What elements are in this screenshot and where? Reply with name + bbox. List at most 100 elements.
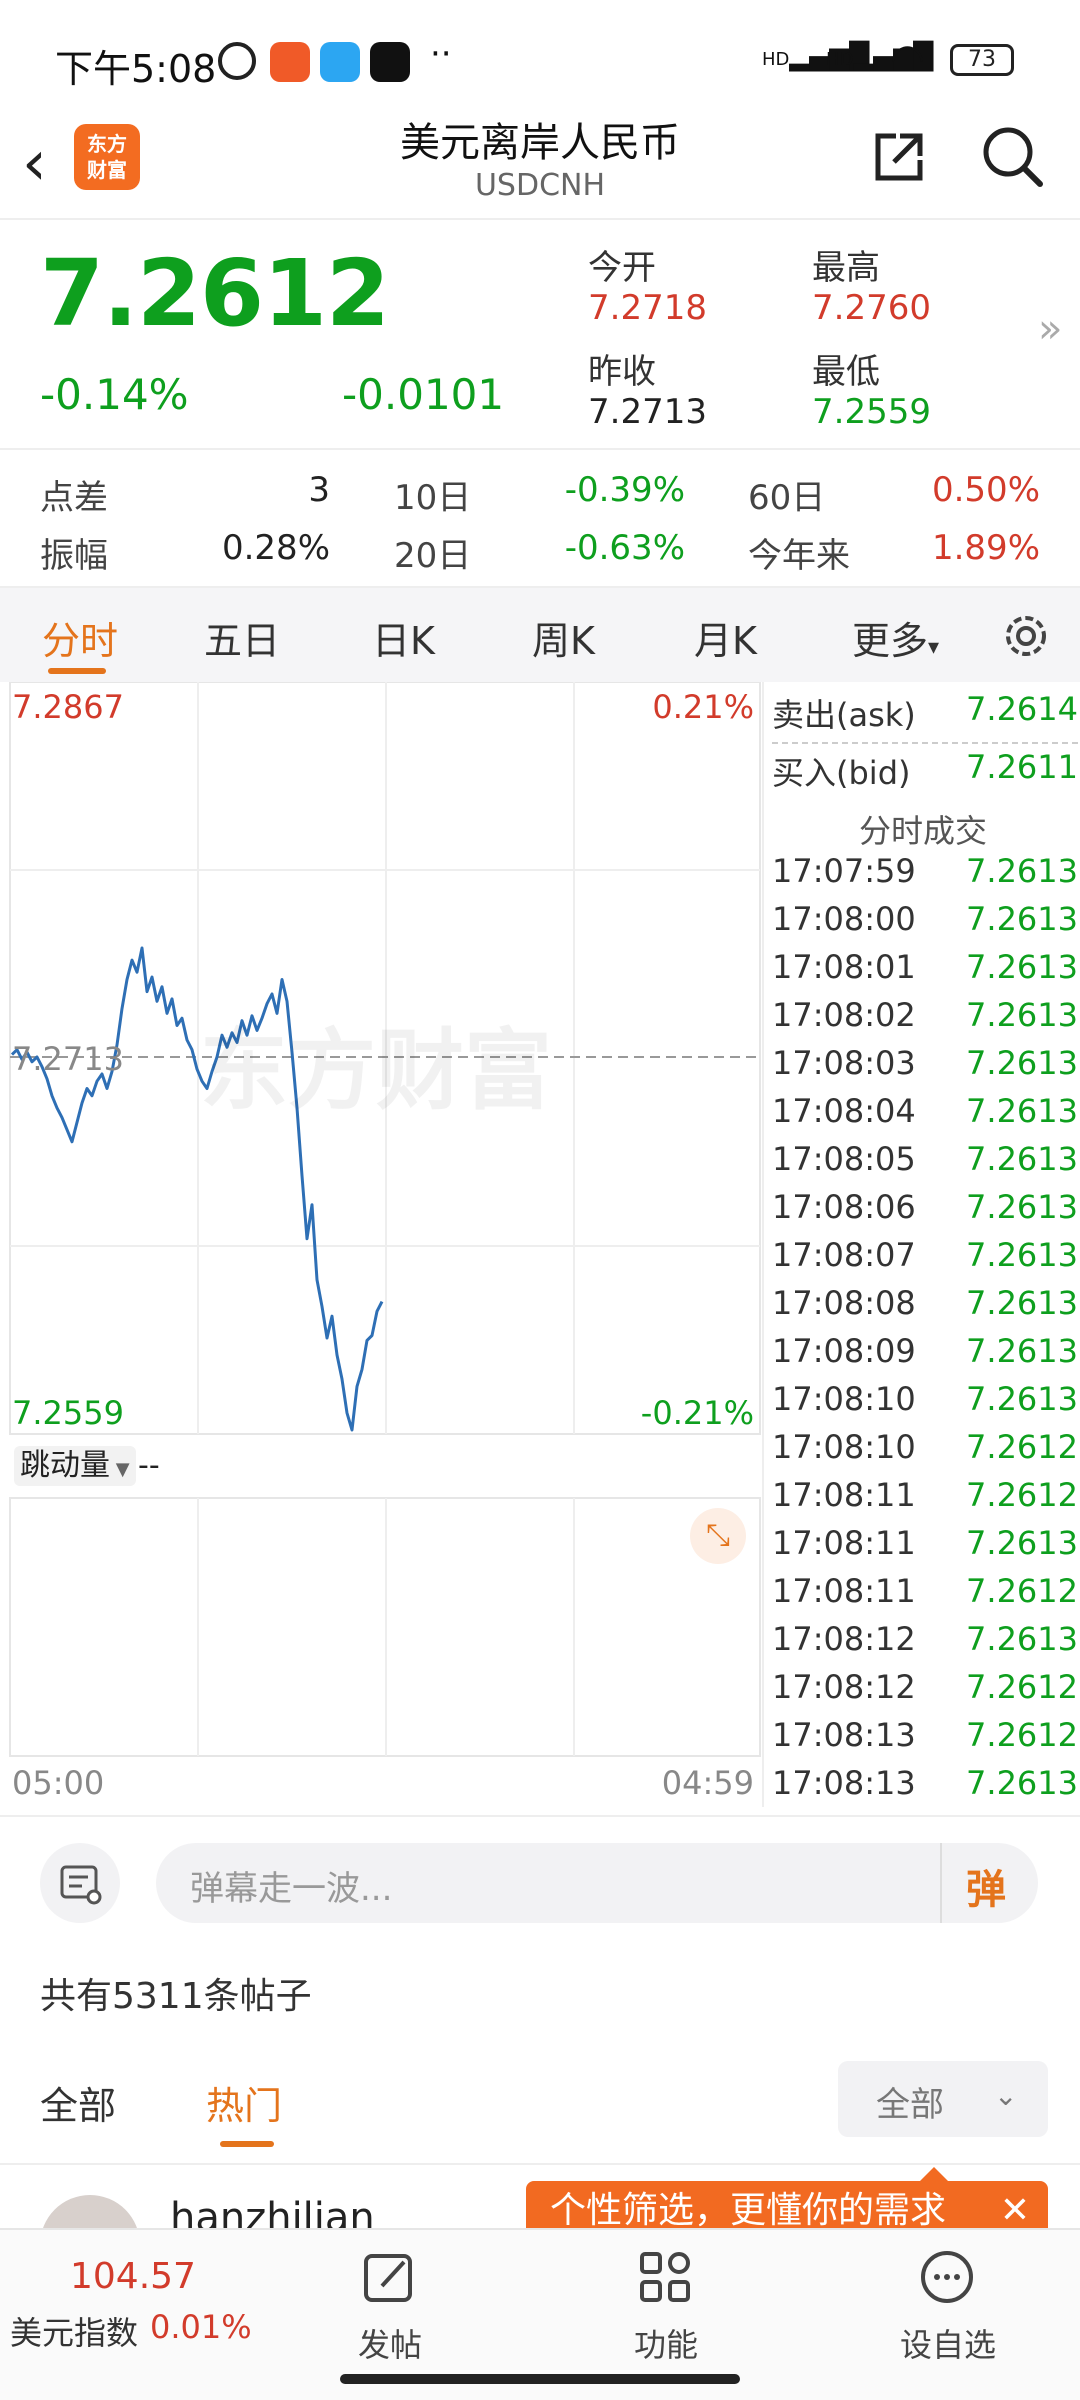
tab-intraday[interactable]: 分时 xyxy=(42,610,118,665)
change-amount: -0.0101 xyxy=(342,370,505,419)
tick-price: 7.2613 xyxy=(966,1620,1078,1658)
filter-all-tab[interactable]: 全部 xyxy=(40,2075,116,2130)
current-price: 7.2612 xyxy=(40,240,390,347)
low-label: 最低 xyxy=(812,352,880,392)
nav-watchlist-label: 设自选 xyxy=(899,2326,996,2364)
danmaku-input[interactable]: 弹幕走一波... 弹 xyxy=(156,1843,1038,1923)
header: ‹ 东方 财富 美元离岸人民币 USDCNH xyxy=(0,100,1080,218)
tab-more[interactable]: 更多▾ xyxy=(852,610,939,665)
post-count: 共有5311条帖子 xyxy=(40,1976,312,2017)
ytd-value: 1.89% xyxy=(931,528,1040,568)
high-label: 最高 xyxy=(812,248,880,288)
index-name: 美元指数 xyxy=(10,2314,139,2352)
ticks-header: 分时成交 xyxy=(858,812,987,850)
tick-time: 17:08:09 xyxy=(772,1332,916,1370)
tick-price: 7.2613 xyxy=(966,1524,1078,1562)
tick-row: 17:08:10 7.2613 xyxy=(772,1380,1078,1428)
chevron-down-icon: ▾ xyxy=(928,635,940,660)
tab-monthly-k[interactable]: 月K xyxy=(694,610,757,665)
ask-row: 卖出(ask) 7.2614 xyxy=(772,690,1078,738)
ask-value: 7.2614 xyxy=(966,690,1078,728)
tab-weekly-k[interactable]: 周K xyxy=(532,610,595,665)
tick-price: 7.2613 xyxy=(966,1140,1078,1178)
posts-section: 共有5311条帖子 全部 热门 全部 ⌄ hanzhilian 个性筛选，更懂你… xyxy=(0,1945,1080,2295)
tick-row: 17:08:02 7.2613 xyxy=(772,996,1078,1044)
tick-row: 17:08:13 7.2612 xyxy=(772,1716,1078,1764)
tick-time: 17:08:07 xyxy=(772,1236,916,1274)
tick-row: 17:07:59 7.2613 xyxy=(772,852,1078,900)
tick-time: 17:08:06 xyxy=(772,1188,916,1226)
volume-selector[interactable]: 跳动量 ▼ xyxy=(14,1446,136,1486)
spread-label: 点差 xyxy=(40,478,108,518)
search-icon[interactable] xyxy=(980,124,1046,190)
amplitude-value: 0.28% xyxy=(221,528,330,568)
tick-price: 7.2613 xyxy=(966,852,1078,890)
intraday-chart[interactable]: 东方财富 7.2867 0.21% 7.2713 7.2559 -0.21% 跳… xyxy=(0,682,762,1807)
tick-price: 7.2612 xyxy=(966,1716,1078,1754)
filter-hot-tab[interactable]: 热门 xyxy=(206,2075,282,2130)
tick-time: 17:08:04 xyxy=(772,1092,916,1130)
ask-label: 卖出(ask) xyxy=(772,696,916,734)
tick-time: 17:08:11 xyxy=(772,1524,916,1562)
status-time: 下午5:08 xyxy=(55,47,217,91)
price-min-label: 7.2559 xyxy=(12,1394,124,1432)
tab-daily-k[interactable]: 日K xyxy=(372,610,435,665)
tick-row: 17:08:05 7.2613 xyxy=(772,1140,1078,1188)
volume-value: -- xyxy=(138,1448,160,1483)
tick-price: 7.2613 xyxy=(966,1764,1078,1802)
tick-time: 17:08:00 xyxy=(772,900,916,938)
chart-watermark: 东方财富 xyxy=(200,1019,553,1122)
bid-value: 7.2611 xyxy=(966,748,1078,786)
tick-row: 17:08:07 7.2613 xyxy=(772,1236,1078,1284)
comment-bar: 弹幕走一波... 弹 xyxy=(0,1815,1080,1945)
pct-max-label: 0.21% xyxy=(652,688,754,726)
price-max-label: 7.2867 xyxy=(12,688,124,726)
tiktok-icon xyxy=(370,42,410,82)
tick-time: 17:07:59 xyxy=(772,852,916,890)
status-bar: 下午5:08 ·· HD▂▄▆█ HD▂▄▆█ ◠ 73 xyxy=(0,0,1080,110)
open-label: 今开 xyxy=(588,248,656,288)
notes-button[interactable] xyxy=(40,1843,120,1923)
expand-quote-icon[interactable]: » xyxy=(1038,306,1062,352)
battery-icon: 73 xyxy=(950,44,1014,76)
bid-row: 买入(bid) 7.2611 xyxy=(772,748,1078,796)
tick-row: 17:08:04 7.2613 xyxy=(772,1092,1078,1140)
nav-add-watchlist[interactable]: 设自选 xyxy=(878,2242,1018,2372)
tick-price: 7.2613 xyxy=(966,948,1078,986)
chart-tabs: 分时 五日 日K 周K 月K 更多▾ xyxy=(0,586,1080,682)
tick-row: 17:08:03 7.2613 xyxy=(772,1044,1078,1092)
tick-row: 17:08:06 7.2613 xyxy=(772,1188,1078,1236)
tick-price: 7.2613 xyxy=(966,1236,1078,1274)
tick-row: 17:08:01 7.2613 xyxy=(772,948,1078,996)
settings-gear-icon[interactable] xyxy=(1000,610,1052,662)
tick-row: 17:08:11 7.2612 xyxy=(772,1476,1078,1524)
sort-dropdown[interactable]: 全部 ⌄ xyxy=(838,2061,1048,2137)
nav-functions[interactable]: 功能 xyxy=(606,2242,726,2372)
index-change: 0.01% xyxy=(150,2308,252,2346)
ytd-label: 今年来 xyxy=(748,536,850,576)
tab-five-day[interactable]: 五日 xyxy=(204,610,280,665)
nav-post[interactable]: 发帖 xyxy=(330,2242,450,2372)
more-notifications: ·· xyxy=(430,34,452,74)
share-icon[interactable] xyxy=(870,128,928,186)
home-indicator[interactable] xyxy=(340,2374,740,2384)
open-value: 7.2718 xyxy=(588,288,707,328)
dollar-index-widget[interactable]: 104.57 美元指数 0.01% xyxy=(0,2230,270,2380)
tick-row: 17:08:11 7.2613 xyxy=(772,1524,1078,1572)
nav-functions-label: 功能 xyxy=(633,2326,698,2364)
tick-time: 17:08:12 xyxy=(772,1668,916,1706)
d60-label: 60日 xyxy=(748,478,826,518)
quote-panel: 7.2612 -0.14% -0.0101 今开 7.2718 最高 7.276… xyxy=(0,218,1080,448)
tick-price: 7.2612 xyxy=(966,1428,1078,1466)
battery-level: 73 xyxy=(968,47,996,72)
stats-panel: 点差 3 振幅 0.28% 10日 -0.39% 20日 -0.63% 60日 … xyxy=(0,448,1080,586)
danmaku-toggle-button[interactable]: 弹 xyxy=(966,1857,1006,1915)
bid-label: 买入(bid) xyxy=(772,754,911,792)
active-tab-indicator xyxy=(48,668,106,674)
grid-apps-icon xyxy=(640,2252,690,2302)
fullscreen-button[interactable]: ⤡ xyxy=(690,1508,746,1564)
tick-price: 7.2613 xyxy=(966,1380,1078,1418)
danmaku-placeholder: 弹幕走一波... xyxy=(190,1869,393,1909)
ask-bid-divider xyxy=(772,742,1078,744)
tick-time: 17:08:02 xyxy=(772,996,916,1034)
